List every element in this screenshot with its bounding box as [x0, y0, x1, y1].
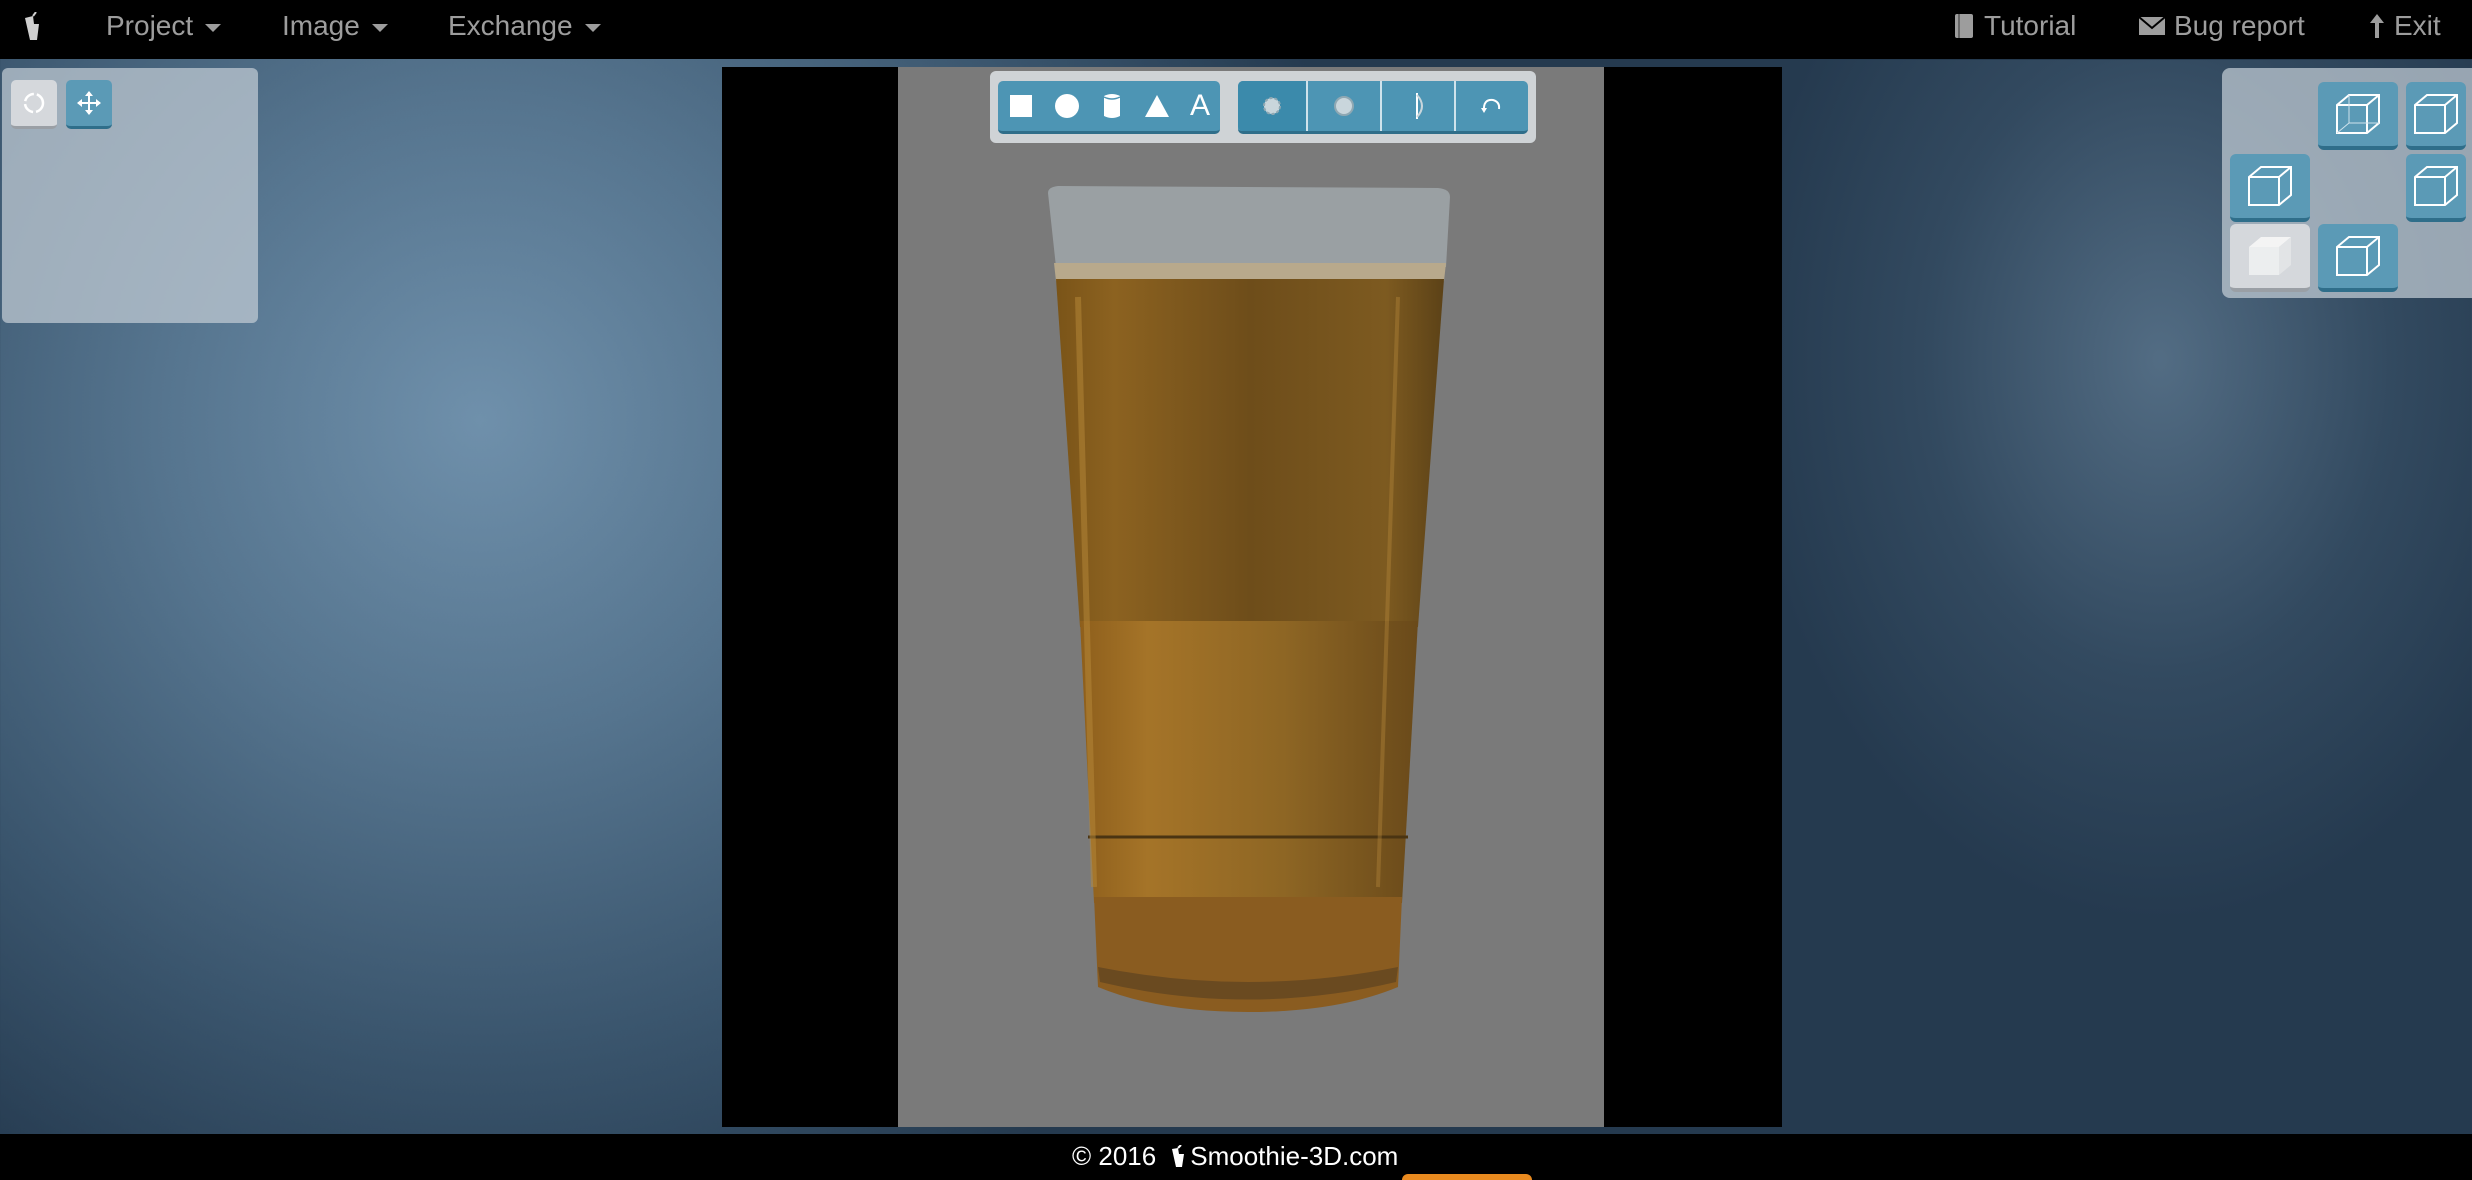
edit-tools-group	[1238, 81, 1528, 134]
rotate-view-button[interactable]	[11, 80, 57, 129]
move-arrows-icon	[77, 91, 101, 115]
menu-project[interactable]: Project	[106, 10, 222, 42]
smoothie-logo-icon	[1172, 1144, 1185, 1167]
view-top-button[interactable]	[2318, 82, 2398, 150]
blob-icon	[1334, 96, 1354, 116]
primitive-shapes-group: A	[998, 81, 1220, 134]
wireframe-cube-icon	[2414, 94, 2458, 134]
add-box-button[interactable]	[998, 81, 1044, 131]
add-cone-button[interactable]	[1134, 81, 1180, 131]
smooth-tool-button[interactable]	[1238, 81, 1306, 131]
solid-cube-icon	[2249, 237, 2291, 275]
chevron-down-icon	[371, 24, 388, 32]
pan-view-button[interactable]	[66, 80, 112, 129]
view-right-button[interactable]	[2406, 154, 2466, 222]
left-tool-panel	[2, 68, 258, 323]
square-icon	[1010, 95, 1032, 117]
view-back-button[interactable]	[2318, 224, 2398, 292]
bug-report-label: Bug report	[2174, 10, 2305, 41]
wireframe-cube-icon	[2336, 94, 2380, 134]
add-text-button[interactable]: A	[1180, 81, 1220, 131]
menu-exchange-label: Exchange	[448, 10, 573, 41]
smoothie-logo-icon[interactable]	[22, 12, 42, 44]
wireframe-cube-icon	[2248, 166, 2292, 206]
chevron-down-icon	[205, 24, 222, 32]
chevron-down-icon	[584, 24, 601, 32]
book-icon	[1955, 14, 1973, 38]
menu-project-label: Project	[106, 10, 194, 41]
exit-link[interactable]: Exit	[2368, 10, 2441, 42]
mirror-tool-button[interactable]	[1382, 81, 1454, 131]
reference-photo[interactable]	[898, 67, 1604, 1127]
view-left-button[interactable]	[2230, 154, 2310, 222]
add-cylinder-button[interactable]	[1090, 81, 1134, 131]
footer-copyright: © 2016	[1072, 1141, 1157, 1171]
exit-label: Exit	[2394, 10, 2441, 41]
cylinder-icon	[1103, 94, 1121, 118]
text-icon: A	[1189, 89, 1210, 122]
footer: © 2016 Smoothie-3D.com	[1072, 1141, 1398, 1172]
menu-exchange[interactable]: Exchange	[448, 10, 601, 42]
triangle-icon	[1145, 95, 1169, 117]
beer-glass-image	[1048, 186, 1450, 1012]
wireframe-cube-icon	[2414, 166, 2458, 206]
footer-brand-link[interactable]: Smoothie-3D.com	[1170, 1141, 1398, 1172]
view-cube-panel	[2222, 68, 2472, 298]
shape-toolbar: A	[990, 71, 1536, 143]
wireframe-cube-icon	[2336, 236, 2380, 276]
circle-icon	[1055, 94, 1079, 118]
arrow-up-icon	[2370, 14, 2384, 38]
view-top-right-button[interactable]	[2406, 82, 2466, 150]
menu-image-label: Image	[282, 10, 360, 41]
view-front-button[interactable]	[2230, 224, 2310, 292]
tutorial-link[interactable]: Tutorial	[1952, 10, 2076, 42]
rotate-tool-button[interactable]	[1456, 81, 1526, 131]
smooth-blob-icon	[1263, 97, 1281, 115]
tutorial-label: Tutorial	[1984, 10, 2077, 41]
mirror-icon	[1416, 93, 1423, 119]
top-menu-bar: Project Image Exchange Tutorial Bug repo…	[0, 0, 2472, 59]
rotate-circle-icon	[23, 92, 45, 114]
rotate-arrow-icon	[1481, 98, 1501, 113]
envelope-icon	[2138, 16, 2166, 35]
blob-tool-button[interactable]	[1308, 81, 1380, 131]
feedback-tab[interactable]	[1402, 1174, 1532, 1180]
footer-brand-label: Smoothie-3D.com	[1190, 1141, 1399, 1171]
add-sphere-button[interactable]	[1044, 81, 1090, 131]
bug-report-link[interactable]: Bug report	[2138, 10, 2305, 42]
menu-image[interactable]: Image	[282, 10, 388, 42]
